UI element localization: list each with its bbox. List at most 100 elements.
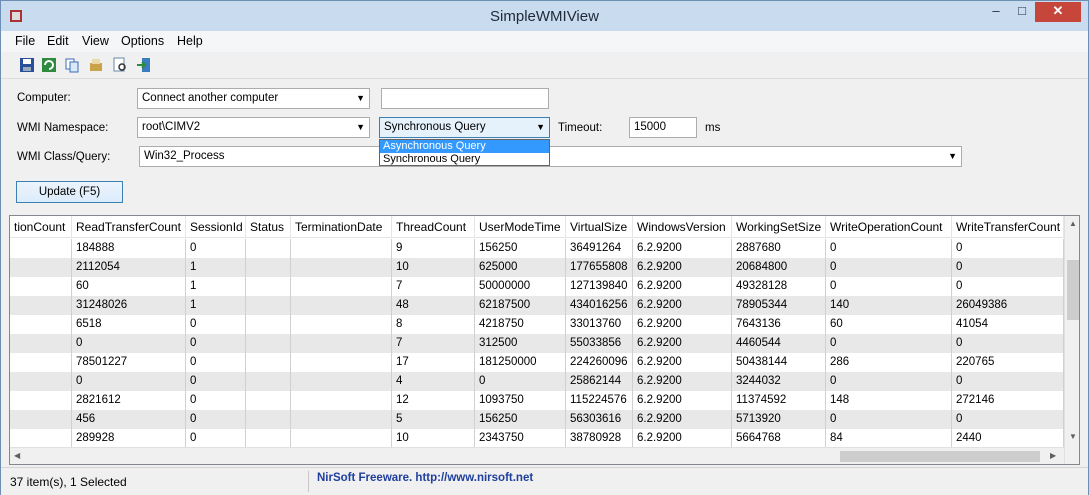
table-cell: 0 <box>186 391 246 410</box>
table-row[interactable]: 0 0 7 312500 55033856 6.2.9200 4460544 0 0 <box>10 334 1064 353</box>
maximize-button[interactable]: □ <box>1009 2 1035 22</box>
nirsoft-link[interactable]: NirSoft Freeware. http://www.nirsoft.net <box>317 472 533 484</box>
table-cell <box>291 296 392 315</box>
table-row[interactable]: 2112054 1 10 625000 177655808 6.2.9200 2068480… <box>10 258 1064 277</box>
computer-label: Computer: <box>17 92 71 104</box>
scroll-right-icon[interactable]: ▶ <box>1050 451 1056 460</box>
table-cell: 1 <box>186 277 246 296</box>
table-cell: 2821612 <box>72 391 186 410</box>
table-row[interactable]: 31248026 1 48 62187500 434016256 6.2.9200 7890… <box>10 296 1064 315</box>
table-cell <box>291 239 392 258</box>
column-header[interactable]: TerminationDate <box>291 216 392 238</box>
column-header[interactable]: WriteOperationCount <box>826 216 952 238</box>
column-header[interactable]: SessionId <box>186 216 246 238</box>
vertical-scrollbar[interactable]: ▲ ▼ <box>1064 216 1079 464</box>
toolbar <box>1 52 1088 79</box>
table-cell <box>10 277 72 296</box>
table-cell <box>10 353 72 372</box>
update-button[interactable]: Update (F5) <box>16 181 123 203</box>
horizontal-scrollbar[interactable]: ◀ ▶ <box>10 447 1064 464</box>
column-header[interactable]: Status <box>246 216 291 238</box>
scroll-left-icon[interactable]: ◀ <box>14 451 20 460</box>
title-bar[interactable]: SimpleWMIView – □ ✕ <box>1 1 1088 31</box>
save-icon[interactable] <box>19 57 35 73</box>
table-cell <box>246 410 291 429</box>
query-mode-select[interactable]: Synchronous Query ▼ <box>379 117 550 138</box>
table-cell: 31248026 <box>72 296 186 315</box>
namespace-select[interactable]: root\CIMV2 ▼ <box>137 117 370 138</box>
column-header[interactable]: tionCount <box>10 216 72 238</box>
column-header[interactable]: ReadTransferCount <box>72 216 186 238</box>
table-cell: 6.2.9200 <box>633 277 732 296</box>
dropdown-option-asynchronous[interactable]: Asynchronous Query <box>380 140 549 153</box>
table-cell: 26049386 <box>952 296 1064 315</box>
menu-file[interactable]: File <box>15 34 35 48</box>
table-cell <box>291 353 392 372</box>
class-query-select-value: Win32_Process <box>144 150 225 162</box>
table-row[interactable]: 60 1 7 50000000 127139840 6.2.9200 49328128 0 0 <box>10 277 1064 296</box>
table-cell: 0 <box>186 315 246 334</box>
timeout-input[interactable]: 15000 <box>629 117 697 138</box>
menu-options[interactable]: Options <box>121 34 164 48</box>
exit-icon[interactable] <box>136 57 152 73</box>
table-cell <box>291 334 392 353</box>
computer-select[interactable]: Connect another computer ▼ <box>137 88 370 109</box>
table-cell <box>10 334 72 353</box>
table-cell: 10 <box>392 258 475 277</box>
table-cell: 12 <box>392 391 475 410</box>
menu-view[interactable]: View <box>82 34 109 48</box>
table-cell: 2343750 <box>475 429 566 448</box>
column-header[interactable]: WorkingSetSize <box>732 216 826 238</box>
dropdown-option-synchronous[interactable]: Synchronous Query <box>380 153 549 166</box>
table-cell: 7 <box>392 277 475 296</box>
query-mode-select-value: Synchronous Query <box>384 121 486 133</box>
table-cell: 1 <box>186 296 246 315</box>
table-row[interactable]: 289928 0 10 2343750 38780928 6.2.9200 5664768 8… <box>10 429 1064 448</box>
scroll-down-icon[interactable]: ▼ <box>1069 432 1077 441</box>
column-header[interactable]: WindowsVersion <box>633 216 732 238</box>
table-cell: 115224576 <box>566 391 633 410</box>
table-cell <box>10 429 72 448</box>
chevron-down-icon: ▼ <box>356 93 365 103</box>
computer-name-input[interactable] <box>381 88 549 109</box>
table-cell: 25862144 <box>566 372 633 391</box>
close-button[interactable]: ✕ <box>1035 2 1081 22</box>
column-header[interactable]: UserModeTime <box>475 216 566 238</box>
table-row[interactable]: 0 0 4 0 25862144 6.2.9200 3244032 0 0 <box>10 372 1064 391</box>
column-header[interactable]: WriteTransferCount <box>952 216 1064 238</box>
table-cell: 0 <box>186 429 246 448</box>
class-query-select[interactable]: Win32_Process ▼ <box>139 146 962 167</box>
table-cell <box>291 372 392 391</box>
find-icon[interactable] <box>112 57 128 73</box>
table-cell: 84 <box>826 429 952 448</box>
vertical-scroll-thumb[interactable] <box>1067 260 1079 320</box>
table-cell: 184888 <box>72 239 186 258</box>
menu-edit[interactable]: Edit <box>47 34 69 48</box>
table-cell: 60 <box>826 315 952 334</box>
copy-icon[interactable] <box>64 57 80 73</box>
timeout-label: Timeout: <box>558 122 603 134</box>
properties-icon[interactable] <box>88 57 104 73</box>
table-row[interactable]: 184888 0 9 156250 36491264 6.2.9200 2887680 0 0 <box>10 239 1064 258</box>
refresh-icon[interactable] <box>41 57 57 73</box>
table-cell: 9 <box>392 239 475 258</box>
table-row[interactable]: 6518 0 8 4218750 33013760 6.2.9200 7643136 60 41… <box>10 315 1064 334</box>
table-cell: 6.2.9200 <box>633 391 732 410</box>
scroll-up-icon[interactable]: ▲ <box>1069 219 1077 228</box>
horizontal-scroll-thumb[interactable] <box>840 451 1040 462</box>
chevron-down-icon: ▼ <box>536 122 545 132</box>
menu-help[interactable]: Help <box>177 34 203 48</box>
column-header[interactable]: ThreadCount <box>392 216 475 238</box>
table-cell: 2440 <box>952 429 1064 448</box>
table-cell: 434016256 <box>566 296 633 315</box>
table-cell <box>246 429 291 448</box>
chevron-down-icon: ▼ <box>948 151 957 161</box>
table-row[interactable]: 2821612 0 12 1093750 115224576 6.2.9200 113745… <box>10 391 1064 410</box>
table-cell: 156250 <box>475 410 566 429</box>
minimize-button[interactable]: – <box>983 2 1009 22</box>
table-row[interactable]: 78501227 0 17 181250000 224260096 6.2.9200 504… <box>10 353 1064 372</box>
column-header[interactable]: VirtualSize <box>566 216 633 238</box>
table-cell <box>246 372 291 391</box>
namespace-select-value: root\CIMV2 <box>142 121 201 133</box>
table-row[interactable]: 456 0 5 156250 56303616 6.2.9200 5713920 0 0 <box>10 410 1064 429</box>
